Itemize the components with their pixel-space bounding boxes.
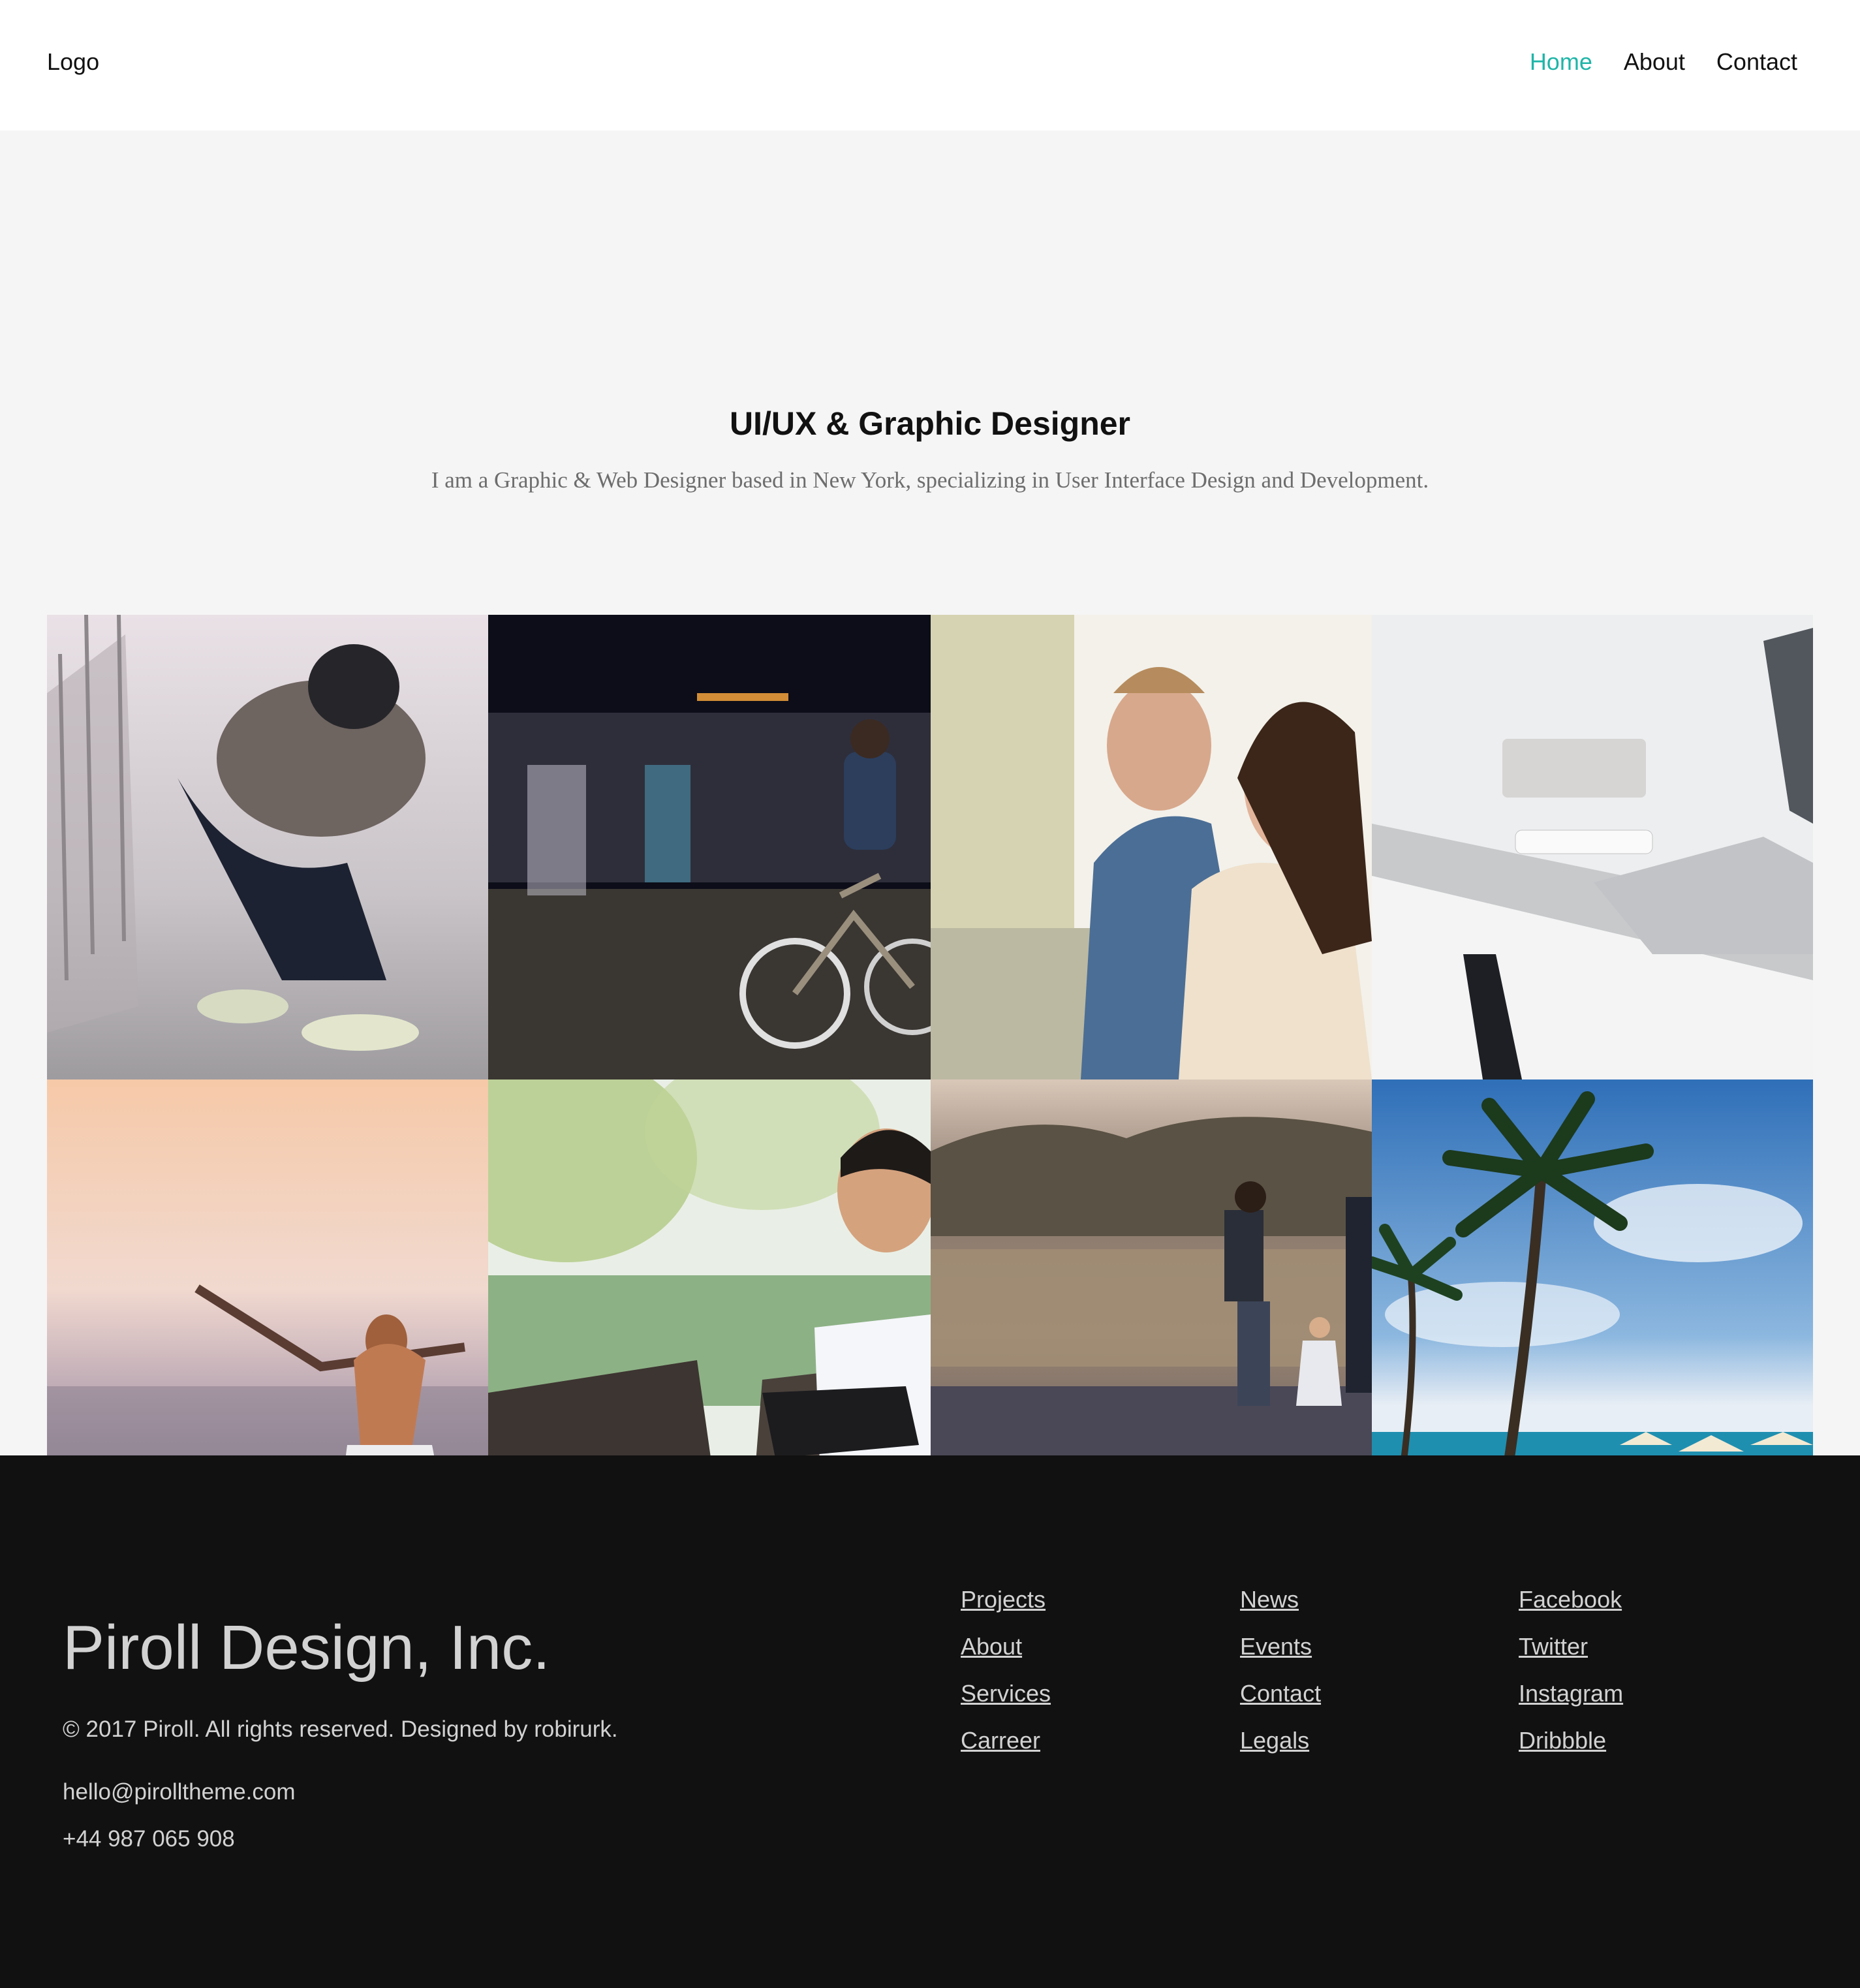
footer-link-legals[interactable]: Legals: [1240, 1727, 1321, 1754]
footer-email[interactable]: hello@pirolltheme.com: [63, 1779, 296, 1805]
nav-contact[interactable]: Contact: [1716, 48, 1797, 76]
footer-link-facebook[interactable]: Facebook: [1519, 1586, 1623, 1613]
portfolio-gallery: [47, 615, 1813, 1545]
logo[interactable]: Logo: [47, 48, 99, 76]
hero-subtitle: I am a Graphic & Web Designer based in N…: [431, 467, 1429, 493]
photo-woman-tying-shoelaces-icon: [47, 615, 488, 1079]
footer-link-about[interactable]: About: [961, 1633, 1051, 1660]
site-header: Logo Home About Contact: [0, 0, 1860, 131]
gallery-item-laptop-on-desk[interactable]: [1372, 615, 1813, 1079]
footer-link-events[interactable]: Events: [1240, 1633, 1321, 1660]
photo-smiling-couple-icon: [931, 615, 1372, 1079]
hero-section: UI/UX & Graphic Designer I am a Graphic …: [0, 131, 1860, 1545]
footer-link-projects[interactable]: Projects: [961, 1586, 1051, 1613]
footer-link-services[interactable]: Services: [961, 1680, 1051, 1707]
nav-about[interactable]: About: [1624, 48, 1685, 76]
gallery-item-woman-tying-shoelaces[interactable]: [47, 615, 488, 1079]
gallery-item-smiling-couple[interactable]: [931, 615, 1372, 1079]
footer-link-instagram[interactable]: Instagram: [1519, 1680, 1623, 1707]
nav-home[interactable]: Home: [1530, 48, 1592, 76]
main-nav: Home About Contact: [1530, 48, 1797, 76]
footer-column-info: News Events Contact Legals: [1240, 1586, 1321, 1754]
footer-phone[interactable]: +44 987 065 908: [63, 1826, 235, 1852]
photo-cyclist-motion-blur-icon: [488, 615, 931, 1079]
footer-link-contact[interactable]: Contact: [1240, 1680, 1321, 1707]
footer-link-twitter[interactable]: Twitter: [1519, 1633, 1623, 1660]
hero-title: UI/UX & Graphic Designer: [729, 405, 1131, 442]
footer-copyright: © 2017 Piroll. All rights reserved. Desi…: [63, 1716, 618, 1742]
gallery-item-cyclist-motion-blur[interactable]: [488, 615, 931, 1079]
footer-link-carreer[interactable]: Carreer: [961, 1727, 1051, 1754]
footer-column-social: Facebook Twitter Instagram Dribbble: [1519, 1586, 1623, 1754]
footer-brand: Piroll Design, Inc.: [63, 1613, 550, 1683]
site-footer: Piroll Design, Inc. © 2017 Piroll. All r…: [0, 1455, 1860, 1988]
footer-column-company: Projects About Services Carreer: [961, 1586, 1051, 1754]
footer-link-dribbble[interactable]: Dribbble: [1519, 1727, 1623, 1754]
footer-link-news[interactable]: News: [1240, 1586, 1321, 1613]
photo-laptop-on-desk-icon: [1372, 615, 1813, 1079]
